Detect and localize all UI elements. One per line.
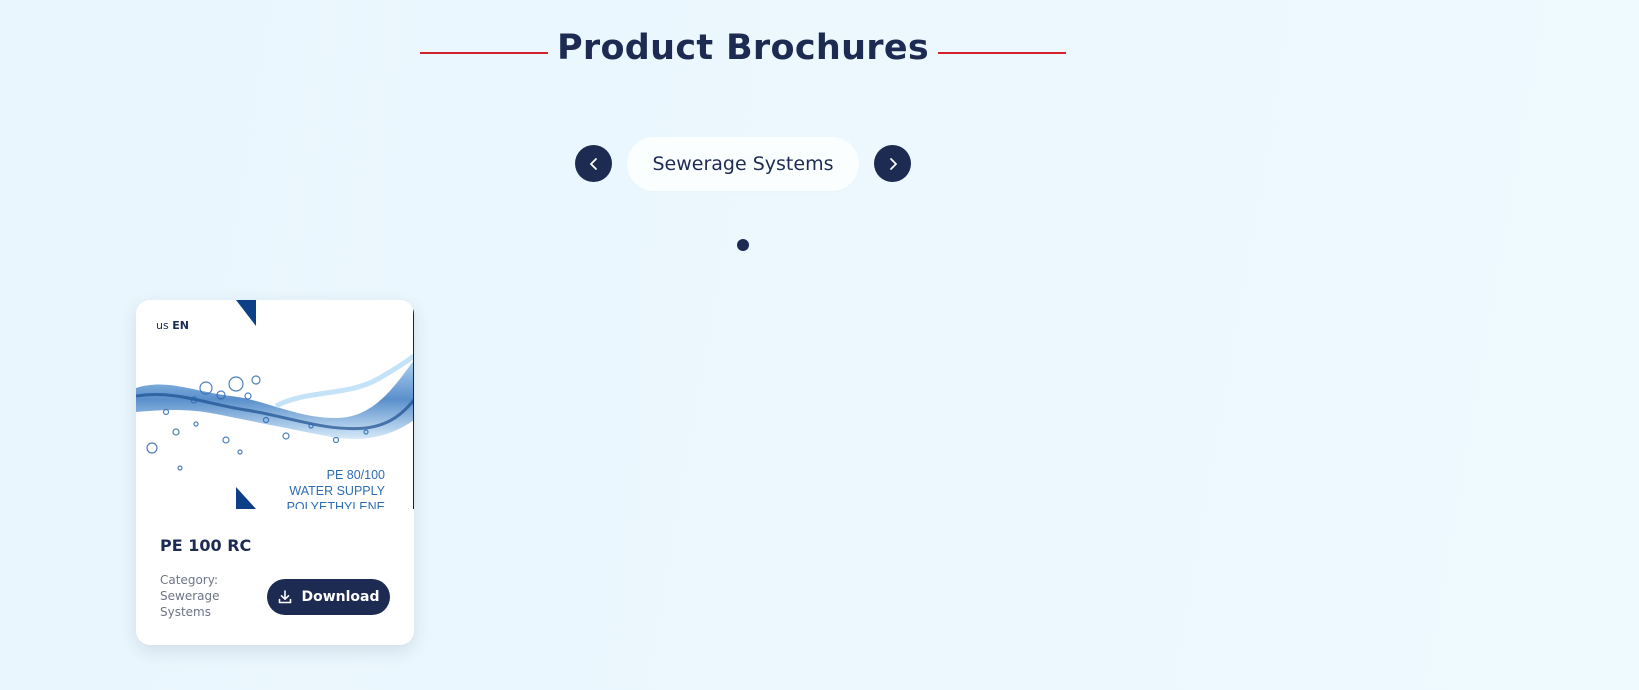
chevron-right-icon bbox=[889, 157, 897, 170]
category-pill: Sewerage Systems bbox=[627, 137, 859, 191]
prev-category-button[interactable] bbox=[575, 145, 612, 182]
category-value: Sewerage Systems bbox=[160, 589, 220, 619]
brochure-thumbnail[interactable]: us EN PE 80/100 WATER SUPPLY POLYETHYLEN… bbox=[136, 300, 414, 509]
corner-accent-bottom bbox=[236, 487, 256, 509]
category-name: Sewerage Systems bbox=[652, 153, 834, 175]
download-icon bbox=[279, 590, 292, 604]
brochure-category: Category: Sewerage Systems bbox=[160, 572, 250, 620]
thumbnail-line-1: PE 80/100 bbox=[326, 468, 385, 482]
brochure-title: PE 100 RC bbox=[160, 536, 252, 555]
category-label: Category: bbox=[160, 573, 218, 587]
next-category-button[interactable] bbox=[874, 145, 911, 182]
download-button[interactable]: Download bbox=[267, 579, 390, 615]
section-title: Product Brochures bbox=[556, 28, 930, 68]
chevron-left-icon bbox=[589, 157, 597, 170]
pagination-dot-active[interactable] bbox=[737, 239, 749, 251]
thumbnail-line-3: POLYETHYLENE bbox=[286, 500, 385, 509]
heading-rule-right bbox=[938, 52, 1066, 54]
thumbnail-line-2: WATER SUPPLY bbox=[289, 484, 385, 498]
brochure-card: us EN PE 80/100 WATER SUPPLY POLYETHYLEN… bbox=[136, 300, 414, 645]
download-label: Download bbox=[301, 589, 380, 605]
heading-wrapper: Product Brochures bbox=[0, 28, 1486, 68]
thumbnail-caption: PE 80/100 WATER SUPPLY POLYETHYLENE bbox=[287, 467, 385, 509]
